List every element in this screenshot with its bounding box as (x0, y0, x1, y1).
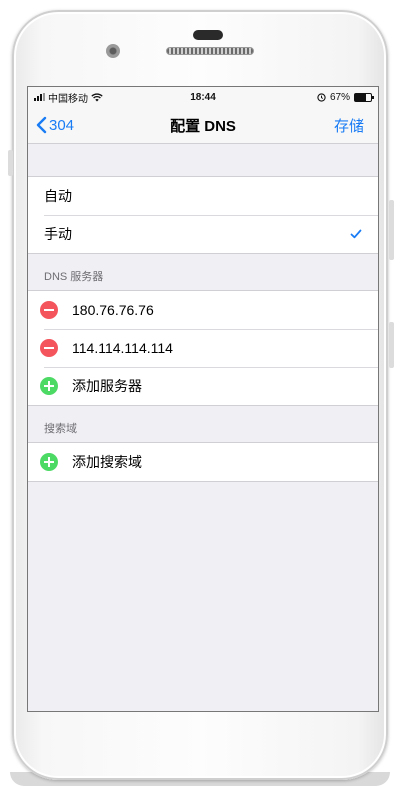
dns-server-row[interactable]: 180.76.76.76 (28, 291, 378, 329)
navigation-bar: 304 配置 DNS 存储 (28, 107, 378, 144)
battery-fill (355, 93, 366, 101)
battery-percent: 67% (329, 91, 350, 103)
minus-circle-icon[interactable] (40, 301, 58, 319)
mode-option-auto[interactable]: 自动 (28, 177, 378, 215)
phone-screen: 中国移动 18:44 67% 304 配置 DNS 存储 自动 手动 DNS 服… (27, 86, 379, 712)
mode-option-label: 自动 (44, 188, 72, 204)
back-button[interactable]: 304 (28, 116, 74, 134)
add-search-domain-label: 添加搜索域 (72, 454, 142, 470)
dns-section-header: DNS 服务器 (44, 271, 104, 283)
dns-server-address: 114.114.114.114 (72, 340, 173, 356)
dns-server-row[interactable]: 114.114.114.114 (28, 329, 378, 367)
add-search-domain-row[interactable]: 添加搜索域 (28, 443, 378, 481)
battery-icon (354, 92, 374, 102)
checkmark-icon (350, 229, 378, 239)
plus-circle-icon[interactable] (40, 377, 58, 395)
phone-side-button-left (8, 150, 13, 176)
mode-option-manual[interactable]: 手动 (28, 215, 378, 253)
mode-option-label: 手动 (44, 226, 72, 242)
dns-servers-group: 180.76.76.76 114.114.114.114 添加服务器 (28, 290, 378, 406)
alarm-icon (317, 92, 326, 102)
proximity-sensor (193, 30, 223, 40)
status-bar: 中国移动 18:44 67% (28, 87, 378, 107)
add-server-label: 添加服务器 (72, 378, 142, 394)
plus-circle-icon[interactable] (40, 453, 58, 471)
search-domain-section-header: 搜索域 (44, 423, 77, 435)
add-server-row[interactable]: 添加服务器 (28, 367, 378, 405)
back-button-label: 304 (49, 116, 75, 134)
chevron-left-icon (36, 116, 47, 134)
front-camera (106, 44, 120, 58)
phone-power-button (389, 322, 394, 368)
save-button[interactable]: 存储 (334, 115, 378, 136)
phone-volume-button (389, 200, 394, 260)
status-right: 67% (317, 91, 374, 103)
mode-group: 自动 手动 (28, 176, 378, 254)
minus-circle-icon[interactable] (40, 339, 58, 357)
dns-server-address: 180.76.76.76 (72, 302, 154, 318)
search-domain-group: 添加搜索域 (28, 442, 378, 482)
earpiece-speaker (166, 47, 254, 55)
page-title: 配置 DNS (170, 117, 236, 135)
